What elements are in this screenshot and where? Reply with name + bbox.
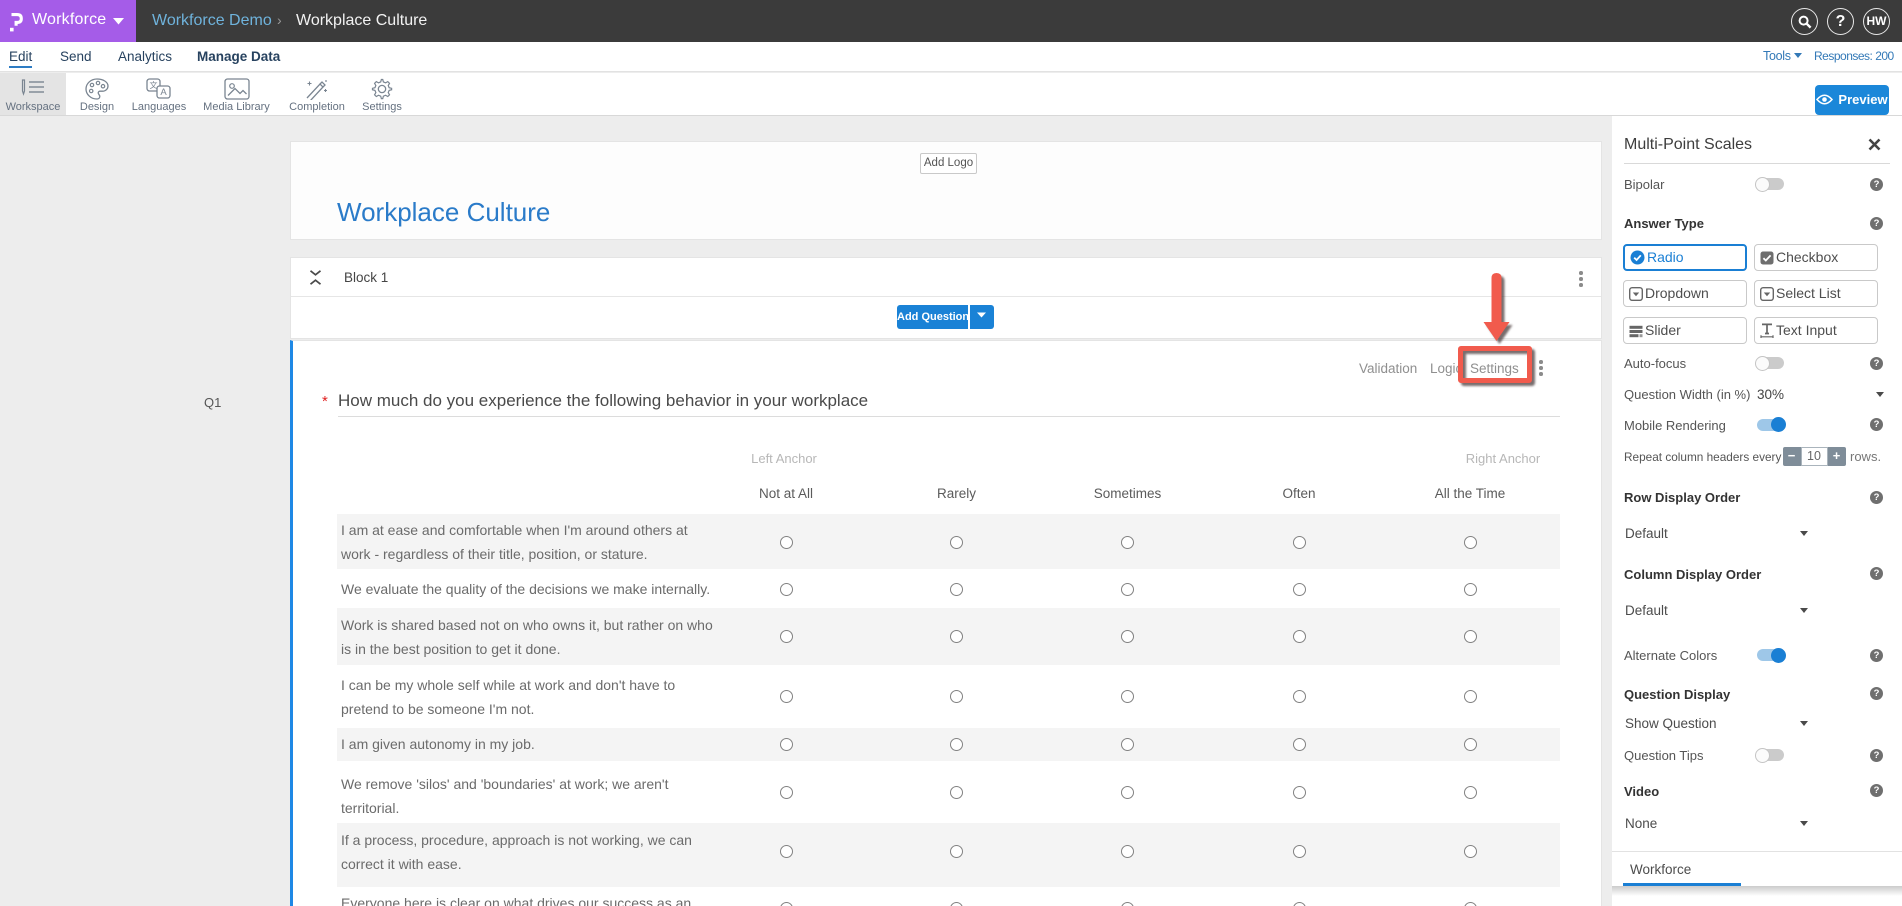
svg-text:A: A bbox=[160, 87, 167, 98]
svg-text:文: 文 bbox=[150, 80, 158, 90]
